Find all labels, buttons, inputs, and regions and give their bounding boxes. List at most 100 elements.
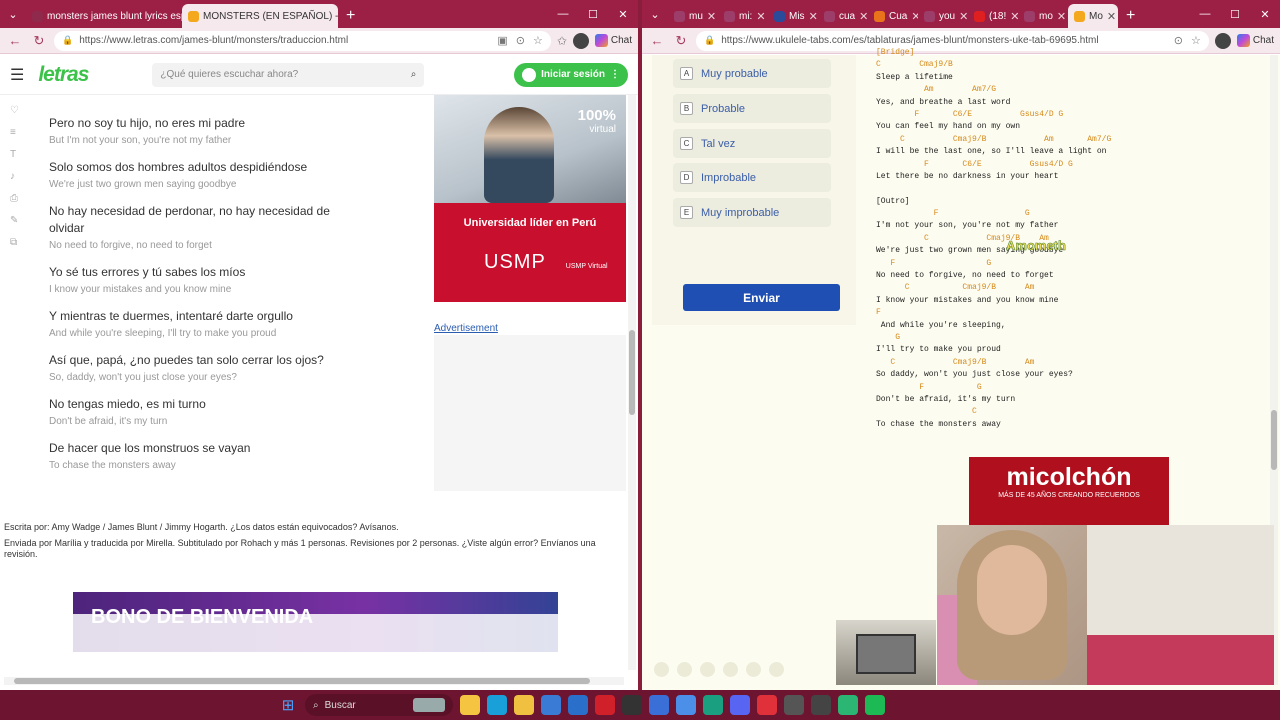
start-icon[interactable]: ⊞ (278, 695, 298, 715)
favorites-icon[interactable]: ✩ (557, 34, 567, 48)
reader-icon[interactable]: ▣ (497, 34, 507, 47)
search-input[interactable]: ¿Qué quieres escuchar ahora? ⌕ (152, 62, 425, 87)
tab-actions-icon[interactable]: ⌄ (0, 0, 26, 28)
chat-button[interactable]: Chat (594, 34, 632, 47)
tab-search-results[interactable]: monsters james blunt lyrics españ ✕ (26, 4, 182, 28)
close-tab-icon[interactable]: ✕ (809, 10, 818, 23)
media-icon[interactable] (622, 695, 642, 715)
close-tab-icon[interactable]: ✕ (959, 10, 968, 23)
settings-icon[interactable] (811, 695, 831, 715)
back-icon[interactable]: ← (648, 33, 666, 48)
text-size-icon[interactable]: T (10, 149, 19, 160)
minimize-icon[interactable]: — (1190, 8, 1220, 20)
lyric-english: I know your mistakes and you know mine (49, 284, 232, 295)
chat-button[interactable]: Chat (1236, 34, 1274, 47)
print-icon[interactable]: ⎙ (10, 193, 19, 204)
refresh-icon[interactable]: ↻ (30, 33, 48, 49)
minimize-icon[interactable]: — (548, 8, 578, 20)
horizontal-scrollbar[interactable] (4, 677, 624, 685)
menu-icon[interactable]: ☰ (10, 65, 24, 85)
ad-title: micolchón (1006, 463, 1132, 491)
close-tab-icon[interactable]: ✕ (1057, 10, 1066, 23)
outlook-icon[interactable] (568, 695, 588, 715)
tool-button[interactable] (654, 662, 669, 677)
profile-avatar[interactable] (572, 32, 589, 49)
teams-icon[interactable] (649, 695, 669, 715)
close-tab-icon[interactable]: ✕ (911, 10, 918, 23)
tab-ukulele-tabs[interactable]: Mo ✕ (1068, 4, 1118, 28)
tab[interactable]: mi: ✕ (718, 4, 768, 28)
poll-option[interactable]: A Muy probable (673, 59, 831, 88)
tool-button[interactable] (677, 662, 692, 677)
url-field[interactable]: 🔒 https://www.letras.com/james-blunt/mon… (54, 30, 551, 51)
tab[interactable]: mo ✕ (1018, 4, 1068, 28)
edge-icon[interactable] (487, 695, 507, 715)
usmp-ad[interactable]: 100% virtual Universidad líder en Perú US… (434, 95, 626, 302)
tab[interactable]: Cua ✕ (868, 4, 918, 28)
copy-icon[interactable]: ⧉ (10, 237, 19, 248)
app-icon[interactable] (838, 695, 858, 715)
back-icon[interactable]: ← (6, 33, 24, 48)
tab-letras[interactable]: MONSTERS (EN ESPAÑOL) - James ✕ (182, 4, 338, 28)
poll-option[interactable]: E Muy improbable (673, 198, 831, 227)
casino-banner-ad[interactable]: BONO DE BIENVENIDA (73, 592, 558, 652)
submit-button[interactable]: Enviar (683, 284, 840, 311)
guitar-icon[interactable]: ♪ (10, 171, 19, 182)
refresh-icon[interactable]: ↻ (672, 33, 690, 49)
micolchon-ad[interactable]: micolchón MÁS DE 45 AÑOS CREANDO RECUERD… (969, 457, 1169, 527)
advertisement-link[interactable]: Advertisement (434, 323, 498, 334)
vertical-scrollbar[interactable] (628, 95, 636, 670)
more-icon[interactable]: ⋮ (610, 69, 620, 80)
edit-icon[interactable]: ✎ (10, 215, 19, 226)
tool-button[interactable] (769, 662, 784, 677)
taskbar-search[interactable]: ⌕ Buscar (305, 694, 453, 716)
opera-icon[interactable] (595, 695, 615, 715)
new-tab-button[interactable]: + (1118, 4, 1143, 28)
playlist-icon[interactable]: ≡ (10, 127, 19, 138)
file-explorer-icon[interactable] (514, 695, 534, 715)
close-tab-icon[interactable]: ✕ (1010, 10, 1018, 23)
tool-button[interactable] (700, 662, 715, 677)
spotify-icon[interactable] (865, 695, 885, 715)
close-tab-icon[interactable]: ✕ (1107, 10, 1116, 23)
tab-actions-icon[interactable]: ⌄ (642, 0, 668, 28)
apps-icon[interactable] (676, 695, 696, 715)
search-icon[interactable]: ⌕ (411, 69, 417, 80)
favorite-star-icon[interactable]: ☆ (1191, 34, 1201, 47)
close-tab-icon[interactable]: ✕ (707, 10, 716, 23)
poll-option[interactable]: C Tal vez (673, 129, 831, 158)
scroll-thumb[interactable] (14, 678, 590, 684)
lyric-line: [Outro] (876, 196, 910, 206)
tool-button[interactable] (723, 662, 738, 677)
discord-icon[interactable] (730, 695, 750, 715)
tool-button[interactable] (746, 662, 761, 677)
app-icon[interactable] (757, 695, 777, 715)
tab[interactable]: Mis ✕ (768, 4, 818, 28)
login-button[interactable]: Iniciar sesión ⋮ (514, 62, 628, 87)
site-logo[interactable]: letras (38, 63, 89, 87)
close-window-icon[interactable]: ✕ (1250, 8, 1280, 21)
widgets-icon[interactable] (460, 695, 480, 715)
heart-icon[interactable]: ♡ (10, 105, 19, 116)
favorite-star-icon[interactable]: ☆ (533, 34, 543, 47)
close-tab-icon[interactable]: ✕ (859, 10, 868, 23)
poll-option[interactable]: B Probable (673, 94, 831, 123)
obs-icon[interactable] (784, 695, 804, 715)
tab[interactable]: mu ✕ (668, 4, 718, 28)
edge-dev-icon[interactable] (703, 695, 723, 715)
poll-option[interactable]: D Improbable (673, 163, 831, 192)
scroll-thumb[interactable] (1271, 410, 1277, 470)
maximize-icon[interactable]: ☐ (578, 8, 608, 21)
tab[interactable]: cua ✕ (818, 4, 868, 28)
close-tab-icon[interactable]: ✕ (756, 10, 765, 23)
tab[interactable]: (18! ✕ (968, 4, 1018, 28)
extension-icon[interactable]: ⊙ (516, 34, 525, 47)
store-icon[interactable] (541, 695, 561, 715)
extension-icon[interactable]: ⊙ (1174, 34, 1183, 47)
profile-avatar[interactable] (1214, 32, 1231, 49)
scroll-thumb[interactable] (629, 330, 635, 415)
close-window-icon[interactable]: ✕ (608, 8, 638, 21)
new-tab-button[interactable]: + (338, 4, 363, 28)
maximize-icon[interactable]: ☐ (1220, 8, 1250, 21)
tab[interactable]: you ✕ (918, 4, 968, 28)
